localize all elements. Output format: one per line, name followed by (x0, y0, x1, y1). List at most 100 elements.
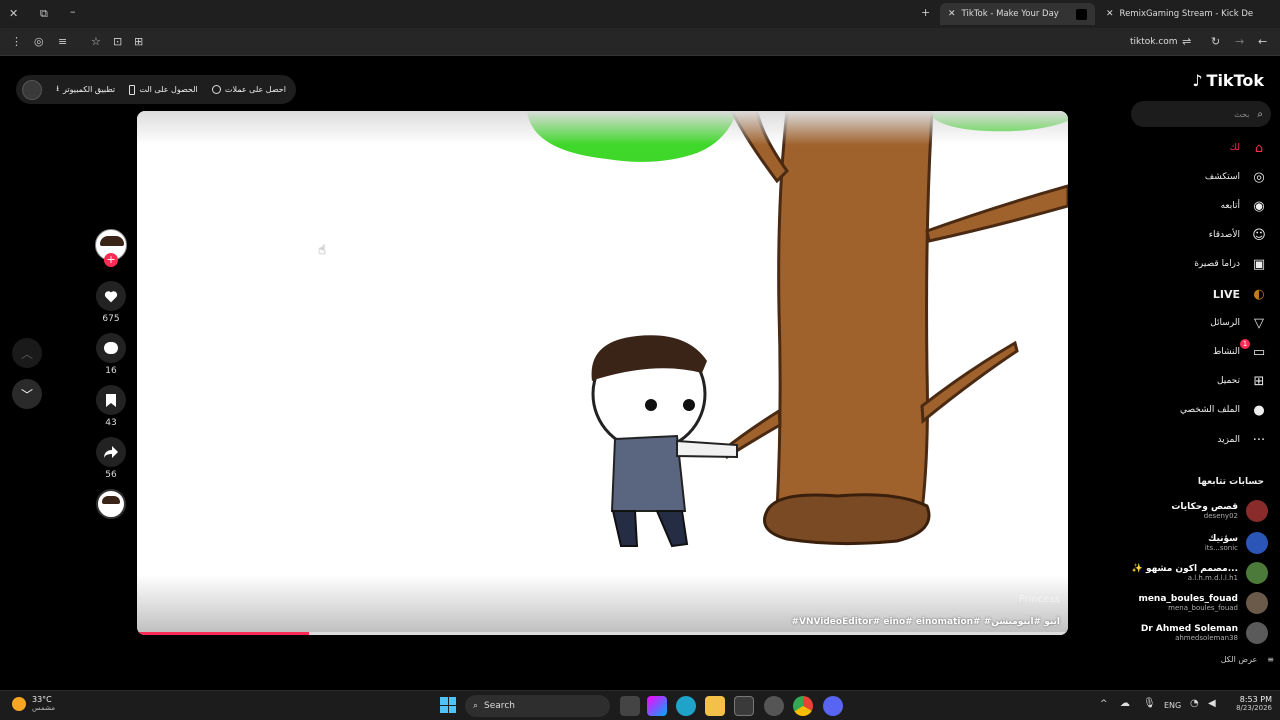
get-app-button[interactable]: الحصول على الت (129, 84, 198, 95)
comment-button[interactable]: 16 (95, 333, 127, 376)
heart-icon (104, 290, 118, 302)
forward-icon[interactable]: → (1235, 36, 1244, 47)
phone-icon (129, 84, 136, 95)
store-icon[interactable] (734, 696, 754, 716)
edge-icon[interactable] (676, 696, 696, 716)
tray-chevron-icon[interactable]: ^ (1100, 699, 1108, 709)
share-arrow-icon (104, 446, 118, 458)
reading-mode-icon[interactable]: ≡ (58, 36, 67, 47)
share-button[interactable]: 56 (95, 437, 127, 480)
get-pc-app-button[interactable]: ⭳ تطبيق الكمبيوتر (56, 83, 115, 97)
sidebar-item-drama[interactable]: دراما قصيرة ▣ (1128, 253, 1268, 275)
sidebar-item-following[interactable]: أتابعه ◉ (1128, 195, 1268, 217)
close-tab-icon[interactable]: ✕ (948, 9, 956, 19)
following-account[interactable]: Dr Ahmed Soleman ahmedsoleman38 (1128, 619, 1268, 647)
account-name: ✨ مصمم اكون مشهو... (1131, 564, 1238, 574)
sidebar-item-label: الرسائل (1210, 318, 1240, 328)
get-coins-label: احصل على عملات (224, 85, 286, 94)
tiktok-page: ⭳ تطبيق الكمبيوتر الحصول على الت احصل عل… (0, 57, 1280, 690)
home-icon: ⌂ (1254, 140, 1264, 156)
start-button[interactable] (440, 697, 456, 713)
clock[interactable]: 8:53 PM 8/23/2026 (1226, 695, 1272, 712)
account-handle: mena_boules_fouad (1168, 604, 1238, 612)
sidebar-item-profile[interactable]: الملف الشخصي ● (1128, 399, 1268, 421)
profile-icon[interactable]: ◎ (34, 36, 44, 47)
account-handle: its...sonic (1204, 544, 1238, 552)
discord-icon[interactable] (823, 696, 843, 716)
following-account[interactable]: mena_boules_fouad mena_boules_fouad (1128, 589, 1268, 617)
search-input[interactable]: بحث ⌕ (1131, 101, 1271, 127)
get-coins-button[interactable]: احصل على عملات (211, 85, 286, 94)
bookmark-star-icon[interactable]: ☆ (91, 36, 101, 47)
file-explorer-icon[interactable] (705, 696, 725, 716)
close-tab-icon[interactable]: ✕ (1106, 9, 1114, 19)
account-handle: deseny02 (1203, 512, 1238, 520)
taskbar-search[interactable]: ⌕ Search (465, 695, 610, 717)
creator-avatar-button[interactable]: + (95, 229, 127, 267)
volume-icon[interactable]: ◀ (1208, 698, 1216, 709)
minimize-icon[interactable]: – (70, 6, 76, 17)
tab-title: RemixGaming Stream - Kick De (1119, 9, 1254, 19)
previous-video-button[interactable]: ︿ (12, 338, 42, 368)
following-account[interactable]: ✨ مصمم اكون مشهو... a.l.h.m.d.l.l.h1 (1128, 559, 1268, 587)
sidebar-item-label: دراما قصيرة (1194, 259, 1240, 269)
see-all-link[interactable]: عرض الكل ≡ (1221, 655, 1274, 664)
next-video-button[interactable]: ﹀ (12, 379, 42, 409)
url-text[interactable]: tiktok.com (1130, 37, 1178, 47)
sidebar-item-friends[interactable]: الأصدقاء ☺ (1128, 224, 1268, 246)
account-avatar (1246, 562, 1268, 584)
sound-disc-button[interactable] (95, 489, 127, 519)
sidebar: ♪ TikTok بحث ⌕ لك ⌂ استكشف ◎ أتابعه ◉ الأصدقاء… (1128, 57, 1280, 690)
tab-search-icon[interactable]: ⧉ (40, 8, 48, 19)
sidebar-item-label: الأصدقاء (1208, 230, 1240, 240)
sidebar-item-messages[interactable]: الرسائل ▽ (1128, 312, 1268, 334)
chrome-icon[interactable] (793, 696, 813, 716)
tiktok-logo-text: TikTok (1206, 71, 1264, 90)
app-icon[interactable] (764, 696, 784, 716)
sidebar-item-home[interactable]: لك ⌂ (1128, 137, 1268, 159)
install-app-icon[interactable]: ⊡ (113, 36, 122, 47)
video-top-shade (137, 111, 1068, 145)
following-account[interactable]: قصص وحكايات deseny02 (1128, 497, 1268, 525)
get-app-label: الحصول على الت (139, 85, 198, 94)
sidebar-item-activity[interactable]: النشاط ▭ 1 (1128, 339, 1268, 363)
tab-tiktok[interactable]: ✕ TikTok - Make Your Day (940, 3, 1095, 25)
video-progress-track[interactable] (137, 632, 1068, 635)
site-settings-icon[interactable]: ⇌ (1182, 36, 1191, 47)
activity-icon: ▭ (1252, 344, 1266, 360)
video-player[interactable]: ··· Princess #VNVideoEditor# eino# einom… (137, 111, 1068, 635)
video-more-icon[interactable]: ··· (149, 121, 160, 135)
wifi-icon[interactable]: ◔ (1190, 698, 1199, 709)
task-view-icon[interactable] (620, 696, 640, 716)
sidebar-item-label: تحميل (1216, 376, 1240, 386)
drama-icon: ▣ (1252, 256, 1266, 272)
save-button[interactable]: 43 (95, 385, 127, 428)
account-name: سؤنيك (1208, 534, 1238, 544)
sidebar-item-more[interactable]: المزيد ··· (1128, 429, 1268, 451)
cloud-icon[interactable]: ☁ (1120, 698, 1130, 709)
sidebar-item-upload[interactable]: تحميل ⊞ (1128, 370, 1268, 392)
reload-icon[interactable]: ↻ (1211, 36, 1220, 47)
friends-icon: ☺ (1252, 227, 1266, 243)
follow-plus-icon[interactable]: + (104, 253, 118, 267)
new-tab-icon[interactable]: + (921, 7, 930, 18)
close-window-icon[interactable]: ✕ (9, 8, 18, 19)
clock-time: 8:53 PM (1239, 695, 1272, 704)
tiktok-logo[interactable]: ♪ TikTok (1192, 71, 1264, 90)
back-icon[interactable]: ← (1258, 36, 1267, 47)
extensions-icon[interactable]: ⊞ (134, 36, 143, 47)
like-button[interactable]: 675 (95, 281, 127, 324)
weather-temp: 33°C (32, 695, 52, 704)
mic-icon[interactable]: 🎙 (1143, 698, 1156, 709)
sidebar-item-compass[interactable]: استكشف ◎ (1128, 166, 1268, 188)
following-account[interactable]: سؤنيك its...sonic (1128, 529, 1268, 557)
language-indicator[interactable]: ENG (1164, 701, 1181, 710)
address-bar: ⋮ ◎ ≡ ☆ ⊡ ⊞ tiktok.com ⇌ ↻ → ← (0, 28, 1280, 56)
weather-widget[interactable]: 33°C مشمس (12, 695, 55, 712)
menu-icon[interactable]: ⋮ (11, 36, 22, 47)
tab-remixgaming[interactable]: ✕ RemixGaming Stream - Kick De (1098, 3, 1258, 25)
sidebar-item-live[interactable]: LIVE ◐ (1128, 283, 1268, 305)
tiktok-favicon-icon (1076, 8, 1087, 20)
widgets-icon[interactable] (647, 696, 667, 716)
user-avatar[interactable] (22, 79, 42, 100)
